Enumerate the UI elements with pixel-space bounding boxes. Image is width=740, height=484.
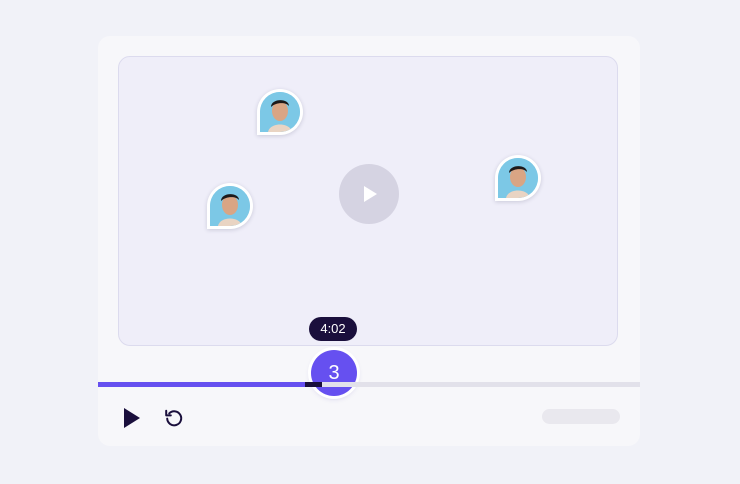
replay-icon bbox=[165, 409, 183, 427]
page-background: 4:02 3 bbox=[0, 0, 740, 484]
replay-button[interactable] bbox=[162, 406, 186, 430]
comment-avatar[interactable] bbox=[257, 89, 303, 135]
play-icon bbox=[124, 408, 140, 428]
progress-bar[interactable] bbox=[98, 382, 640, 387]
video-area[interactable]: 4:02 3 bbox=[118, 56, 618, 396]
comment-count-badge[interactable]: 3 bbox=[311, 350, 357, 396]
center-play-button[interactable] bbox=[339, 164, 399, 224]
progress-fill bbox=[98, 382, 306, 387]
play-icon bbox=[364, 186, 377, 202]
play-button[interactable] bbox=[120, 406, 144, 430]
timestamp-tooltip: 4:02 bbox=[309, 317, 357, 341]
placeholder-bar bbox=[542, 409, 620, 424]
comment-avatar[interactable] bbox=[495, 155, 541, 201]
video-player-card: 4:02 3 bbox=[98, 36, 640, 446]
progress-marker[interactable] bbox=[305, 382, 322, 387]
comment-avatar[interactable] bbox=[207, 183, 253, 229]
